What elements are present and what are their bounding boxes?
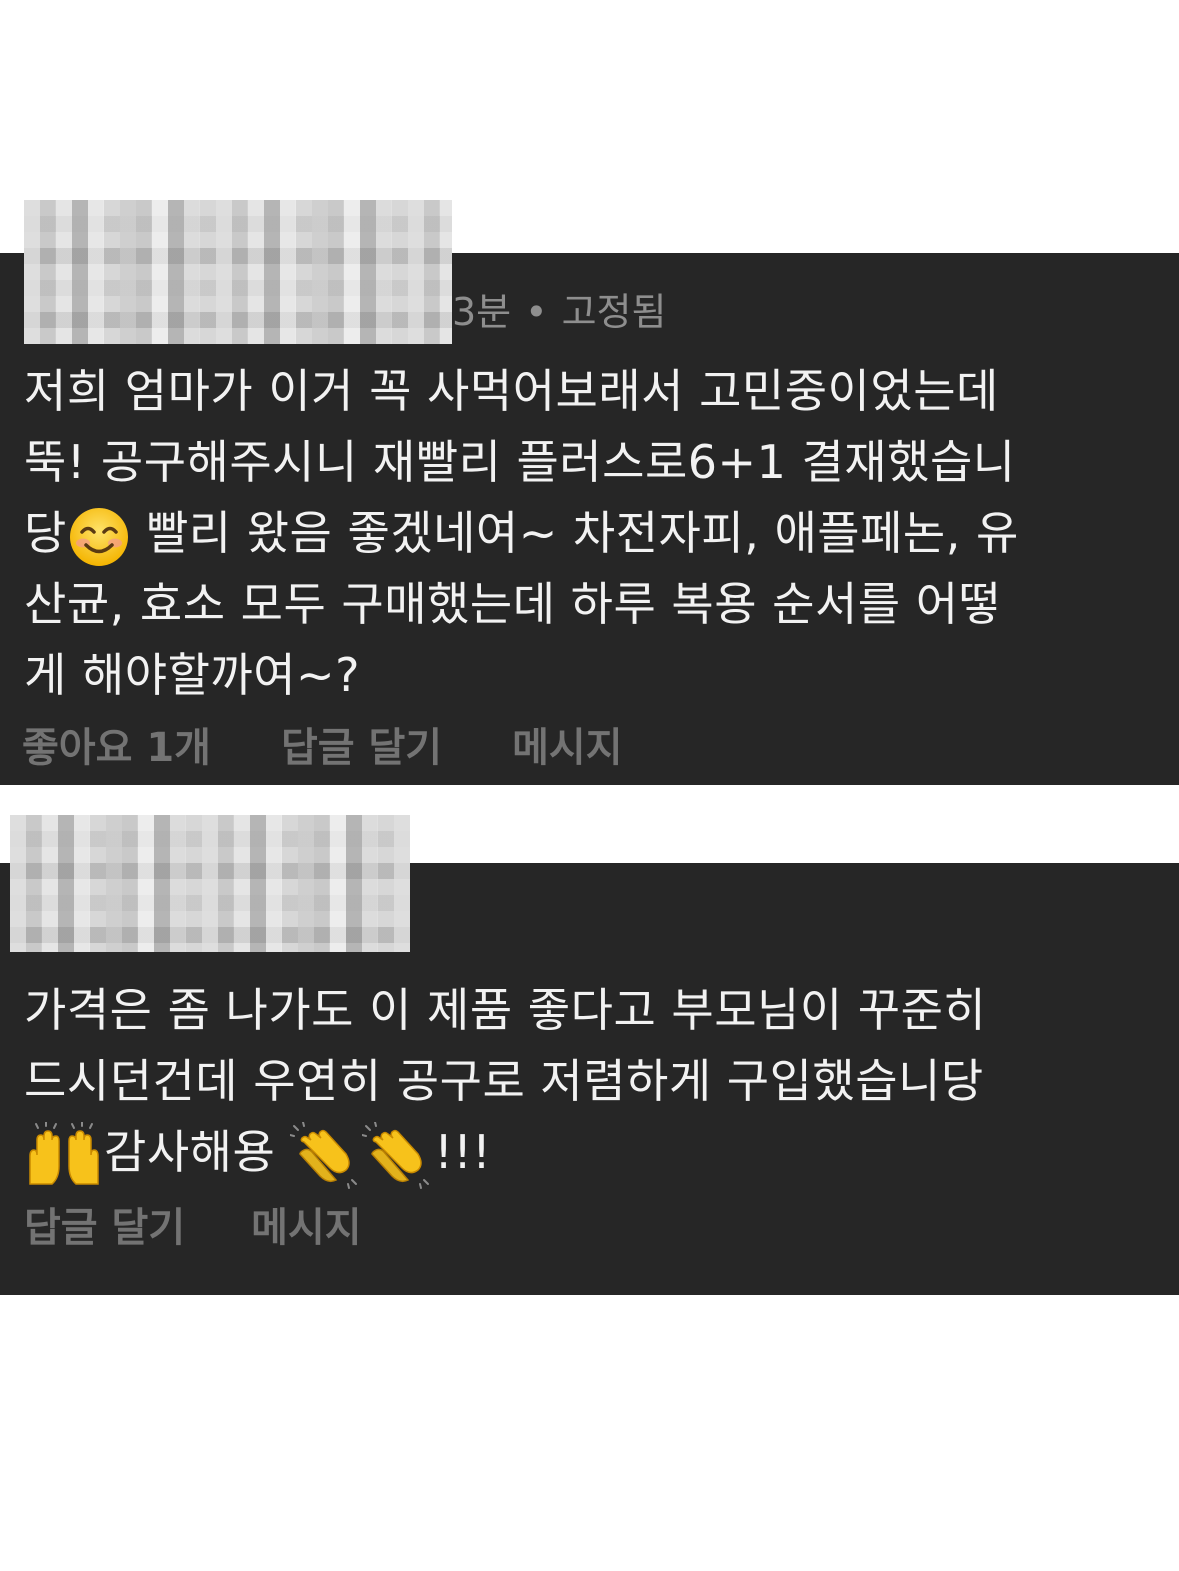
blurred-username-avatar <box>10 815 410 952</box>
comment-meta: 3분 • 고정됨 <box>452 290 666 334</box>
reply-button[interactable]: 답글 달기 <box>281 724 442 772</box>
message-button[interactable]: 메시지 <box>512 724 622 772</box>
clapping-hands-icon <box>362 1121 434 1190</box>
screenshot-canvas: 3분 • 고정됨 저희 엄마가 이거 꼭 사먹어보래서 고민중이었는데 뚝! 공구해… <box>0 0 1179 1571</box>
message-button[interactable]: 메시지 <box>251 1204 361 1252</box>
pinned-label: 고정됨 <box>561 290 667 334</box>
meta-separator: • <box>525 290 548 334</box>
comment-text-part: !!! <box>434 1125 492 1179</box>
like-count-button[interactable]: 좋아요 1개 <box>22 724 211 772</box>
smiling-face-icon <box>67 505 131 569</box>
reply-button[interactable]: 답글 달기 <box>24 1204 185 1252</box>
comment-actions: 답글 달기 메시지 <box>24 1204 362 1252</box>
clapping-hands-icon <box>290 1121 362 1190</box>
comment-actions: 좋아요 1개 답글 달기 메시지 <box>22 724 623 772</box>
comment-text-part: 감사해용 <box>104 1125 291 1179</box>
blurred-username-avatar <box>24 200 452 344</box>
comment-text-part: 빨리 왔음 좋겠네여~ 차전자피, 애플페논, 유 산균, 효소 모두 구매했는… <box>24 506 1019 702</box>
comment-timestamp: 3분 <box>452 290 512 334</box>
raising-hands-icon <box>24 1121 104 1190</box>
comment-text-part: 가격은 좀 나가도 이 제품 좋다고 부모님이 꾸준히 드시던건데 우연히 공구… <box>24 983 987 1108</box>
comment-body: 저희 엄마가 이거 꼭 사먹어보래서 고민중이었는데 뚝! 공구해주시니 재빨리… <box>24 356 1164 711</box>
comment-body: 가격은 좀 나가도 이 제품 좋다고 부모님이 꾸준히 드시던건데 우연히 공구… <box>24 975 1164 1190</box>
